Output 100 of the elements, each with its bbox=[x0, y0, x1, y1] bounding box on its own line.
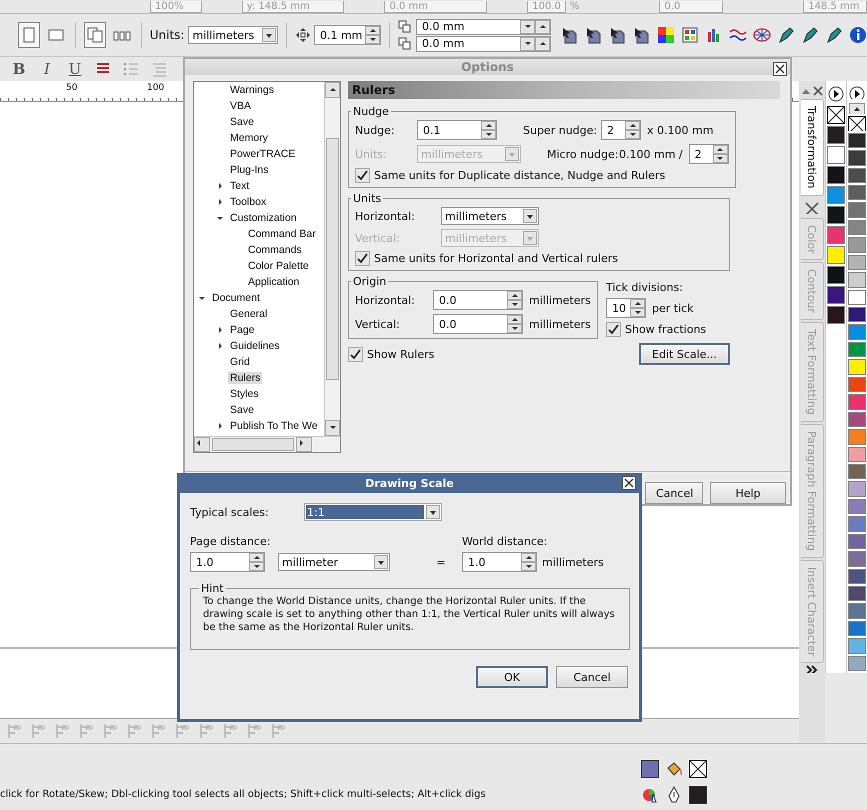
tree-item[interactable]: Rulers bbox=[228, 372, 262, 384]
color-swatch[interactable] bbox=[848, 168, 866, 183]
tree-item[interactable]: Styles bbox=[228, 388, 261, 400]
color-swatch[interactable] bbox=[827, 126, 846, 144]
no-fill-icon[interactable] bbox=[689, 760, 707, 778]
document-arrow-icon[interactable] bbox=[585, 26, 604, 44]
color-swatch[interactable] bbox=[848, 150, 866, 166]
docker-tab[interactable]: Transformation bbox=[800, 99, 824, 196]
color-wheel-icon[interactable] bbox=[641, 786, 659, 804]
units-dropdown[interactable]: millimeters bbox=[188, 26, 278, 44]
tree-item[interactable]: Plug-Ins bbox=[228, 164, 271, 176]
document-arrow-icon[interactable] bbox=[633, 26, 652, 44]
color-swatch[interactable] bbox=[848, 394, 866, 410]
color-swatch[interactable] bbox=[848, 603, 866, 619]
color-swatch[interactable] bbox=[848, 551, 866, 567]
horizontal-origin-field[interactable]: 0.0 bbox=[433, 290, 523, 310]
color-swatch[interactable] bbox=[848, 376, 866, 392]
fill-color-swatch[interactable] bbox=[641, 760, 659, 778]
color-swatch[interactable] bbox=[827, 146, 846, 164]
typical-scales-dropdown[interactable]: 1:1 bbox=[304, 503, 442, 521]
tree-item[interactable]: Publish To The We bbox=[228, 420, 320, 432]
color-swatch[interactable] bbox=[848, 290, 866, 305]
page-unit-dropdown[interactable]: millimeter bbox=[278, 553, 390, 571]
globe-icon[interactable] bbox=[753, 26, 772, 44]
color-swatch[interactable] bbox=[848, 307, 866, 322]
show-fractions-checkbox[interactable]: Show fractions bbox=[606, 322, 706, 337]
color-swatch[interactable] bbox=[848, 202, 866, 218]
color-swatch[interactable] bbox=[848, 516, 866, 532]
pen-icon[interactable] bbox=[825, 26, 844, 44]
page-distance-field[interactable]: 1.0 bbox=[190, 552, 265, 572]
document-arrow-icon[interactable] bbox=[561, 26, 580, 44]
same-units-checkbox[interactable]: Same units for Duplicate distance, Nudge and Rulers bbox=[355, 168, 729, 183]
portrait-page-icon[interactable] bbox=[18, 22, 40, 48]
color-swatch[interactable] bbox=[848, 184, 866, 200]
tree-item[interactable]: PowerTRACE bbox=[228, 148, 298, 160]
duplicate-x-field[interactable]: 0.0 mm bbox=[416, 18, 552, 34]
close-icon[interactable] bbox=[622, 476, 636, 490]
color-swatch[interactable] bbox=[827, 206, 846, 224]
color-swatch[interactable] bbox=[848, 237, 866, 253]
tree-item[interactable]: Warnings bbox=[228, 84, 276, 96]
info-icon[interactable] bbox=[849, 26, 867, 44]
tree-item[interactable]: Commands bbox=[246, 244, 304, 256]
color-swatch[interactable] bbox=[848, 272, 866, 288]
color-swatch[interactable] bbox=[848, 342, 866, 358]
underline-button[interactable]: U bbox=[66, 60, 84, 78]
scrollbar[interactable] bbox=[324, 82, 340, 436]
tree-item[interactable]: Save bbox=[228, 116, 256, 128]
tree-item[interactable]: Toolbox bbox=[228, 196, 268, 208]
color-swatch[interactable] bbox=[848, 620, 866, 636]
duplicate-y-field[interactable]: 0.0 mm bbox=[416, 36, 552, 52]
edit-scale-button[interactable]: Edit Scale... bbox=[639, 343, 730, 365]
tick-divisions-field[interactable]: 10 bbox=[606, 298, 646, 318]
color-swatch[interactable] bbox=[827, 246, 846, 264]
palette-menu-icon[interactable] bbox=[849, 86, 866, 100]
tree-item[interactable]: Page bbox=[228, 324, 257, 336]
italic-button[interactable]: I bbox=[38, 60, 56, 78]
color-swatch[interactable] bbox=[848, 220, 866, 236]
color-swatch[interactable] bbox=[848, 656, 866, 672]
wave-icon[interactable] bbox=[729, 26, 748, 44]
no-color-swatch[interactable] bbox=[848, 116, 866, 131]
tree-item[interactable]: Guidelines bbox=[228, 340, 282, 352]
tree-item[interactable]: Customization bbox=[228, 212, 299, 224]
no-color-swatch[interactable] bbox=[827, 106, 846, 124]
color-swatch[interactable] bbox=[827, 266, 846, 284]
more-icon[interactable] bbox=[806, 665, 818, 674]
paint-bucket-icon[interactable] bbox=[665, 760, 683, 778]
scrollbar[interactable] bbox=[194, 436, 340, 452]
color-swatch[interactable] bbox=[827, 226, 846, 244]
close-icon[interactable] bbox=[803, 200, 822, 214]
cancel-button[interactable]: Cancel bbox=[645, 482, 703, 504]
color-swatch[interactable] bbox=[848, 638, 866, 654]
palette-menu-icon[interactable] bbox=[828, 86, 844, 102]
tree-item[interactable]: Document bbox=[210, 292, 262, 304]
tree-item[interactable]: Command Bar bbox=[246, 228, 318, 240]
color-swatch[interactable] bbox=[827, 166, 846, 184]
color-swatch[interactable] bbox=[848, 464, 866, 480]
color-swatch[interactable] bbox=[848, 568, 866, 584]
color-swatch[interactable] bbox=[848, 534, 866, 550]
tree-item[interactable]: Application bbox=[246, 276, 302, 288]
cancel-button[interactable]: Cancel bbox=[556, 666, 628, 688]
tree-item[interactable]: Memory bbox=[228, 132, 270, 144]
tree-item[interactable]: Save bbox=[228, 404, 256, 416]
world-distance-field[interactable]: 1.0 bbox=[462, 552, 537, 572]
color-swatch[interactable] bbox=[848, 586, 866, 602]
color-swatch[interactable] bbox=[827, 186, 846, 204]
pen-icon[interactable] bbox=[801, 26, 820, 44]
document-arrow-icon[interactable] bbox=[609, 26, 628, 44]
pages-icon[interactable] bbox=[84, 22, 106, 48]
pen-icon[interactable] bbox=[777, 26, 796, 44]
color-swatch[interactable] bbox=[848, 481, 866, 497]
color-swatch[interactable] bbox=[827, 306, 846, 324]
close-icon[interactable] bbox=[773, 62, 787, 76]
color-swatch[interactable] bbox=[848, 254, 866, 270]
micro-nudge-field[interactable]: 2 bbox=[688, 144, 729, 164]
horizontal-units-dropdown[interactable]: millimeters bbox=[441, 207, 539, 225]
close-icon[interactable] bbox=[812, 86, 823, 96]
tree-item[interactable]: Grid bbox=[228, 356, 252, 368]
tree-item[interactable]: General bbox=[228, 308, 270, 320]
ok-button[interactable]: OK bbox=[476, 666, 548, 688]
outline-color-swatch[interactable] bbox=[689, 786, 707, 804]
